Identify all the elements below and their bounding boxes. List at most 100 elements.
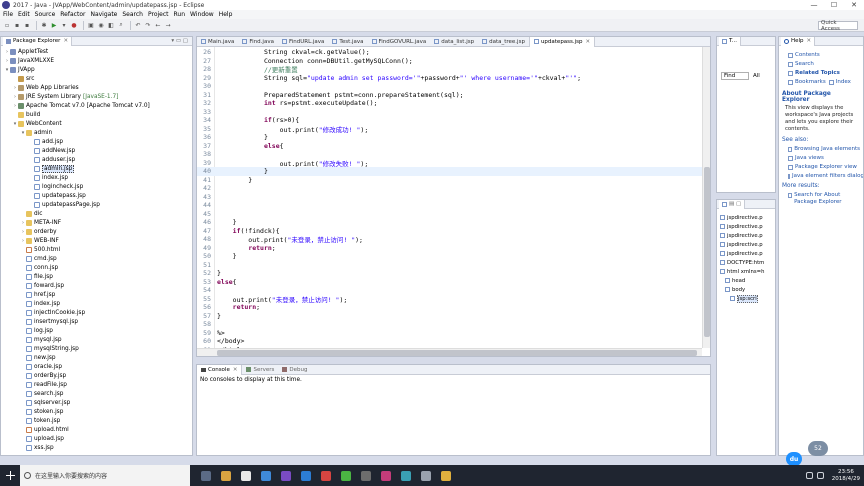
editor-tab[interactable]: Main.java bbox=[197, 37, 238, 47]
close-icon[interactable]: ✕ bbox=[807, 38, 812, 44]
help-search-link[interactable]: Search bbox=[788, 61, 860, 67]
help-link-browsing[interactable]: Browsing Java elements bbox=[788, 146, 860, 152]
taskbar-app-button[interactable] bbox=[316, 465, 336, 486]
taskbar-app-button[interactable] bbox=[436, 465, 456, 486]
code-line[interactable]: 60 </body> bbox=[197, 337, 702, 346]
outline-item[interactable]: head bbox=[717, 276, 775, 285]
code-line[interactable]: 36 } bbox=[197, 133, 702, 142]
network-icon[interactable] bbox=[805, 472, 813, 479]
tab-outline[interactable]: ▤ ▢ bbox=[719, 200, 746, 209]
menu-edit[interactable]: Edit bbox=[18, 11, 30, 18]
code-line[interactable]: 44 bbox=[197, 201, 702, 210]
tree-item[interactable]: sqlserver.jsp bbox=[1, 398, 192, 407]
code-line[interactable]: 40 } bbox=[197, 167, 702, 176]
tree-item[interactable]: oracle.jsp bbox=[1, 362, 192, 371]
debug-icon[interactable]: ✱ bbox=[40, 21, 48, 29]
outline-item[interactable]: jspdirective.p bbox=[717, 213, 775, 222]
code-line[interactable]: 32 int rs=pstmt.executeUpdate(); bbox=[197, 99, 702, 108]
editor-tab[interactable]: FindURL.java bbox=[278, 37, 328, 47]
outline-item[interactable]: html xmlns=h bbox=[717, 267, 775, 276]
tree-item[interactable]: src bbox=[1, 74, 192, 83]
taskbar-app-button[interactable] bbox=[276, 465, 296, 486]
code-line[interactable]: 55 out.print("未登录，禁止访问! "); bbox=[197, 295, 702, 304]
help-link-java-views[interactable]: Java views bbox=[788, 155, 860, 161]
menu-run[interactable]: Run bbox=[174, 11, 186, 18]
menu-help[interactable]: Help bbox=[219, 11, 233, 18]
tab-help[interactable]: Help ✕ bbox=[781, 37, 816, 46]
tree-item[interactable]: dic bbox=[1, 209, 192, 218]
back-icon[interactable]: ← bbox=[154, 21, 162, 29]
save-all-icon[interactable]: ▪ bbox=[23, 21, 31, 29]
tree-item[interactable]: › JRE System Library [JavaSE-1.7] bbox=[1, 92, 192, 101]
taskbar-app-button[interactable] bbox=[336, 465, 356, 486]
outline-item[interactable]: jspdirective.p bbox=[717, 222, 775, 231]
tree-item[interactable]: › WEB-INF bbox=[1, 236, 192, 245]
tab-servers[interactable]: Servers bbox=[242, 367, 278, 373]
help-link-package-explorer-view[interactable]: Package Explorer view bbox=[788, 164, 860, 170]
tab-package-explorer[interactable]: Package Explorer ✕ bbox=[3, 37, 73, 46]
tree-item[interactable]: index.jsp bbox=[1, 173, 192, 182]
code-line[interactable]: 41 } bbox=[197, 176, 702, 185]
find-input[interactable]: Find bbox=[721, 72, 749, 80]
scrollbar-thumb[interactable] bbox=[217, 350, 697, 356]
editor-tab[interactable]: Find.java bbox=[238, 37, 278, 47]
code-line[interactable]: 26 String ckval=ck.getValue(); bbox=[197, 48, 702, 57]
editor-tab[interactable]: data_tree.jsp bbox=[478, 37, 529, 47]
tree-item[interactable]: updatepassPage.jsp bbox=[1, 200, 192, 209]
open-type-icon[interactable]: ◧ bbox=[107, 21, 115, 29]
taskbar-search-box[interactable]: 在这里输入你要搜索的内容 bbox=[20, 465, 190, 486]
next-annotation-icon[interactable]: ↷ bbox=[144, 21, 152, 29]
code-line[interactable]: 53 else{ bbox=[197, 278, 702, 287]
tree-item[interactable]: readFile.jsp bbox=[1, 380, 192, 389]
taskbar-app-button[interactable] bbox=[396, 465, 416, 486]
editor-tab[interactable]: Test.java bbox=[328, 37, 367, 47]
tree-item[interactable]: add.jsp bbox=[1, 137, 192, 146]
new-icon[interactable]: ▫ bbox=[3, 21, 11, 29]
code-line[interactable]: 49 return; bbox=[197, 244, 702, 253]
tree-item[interactable]: search.jsp bbox=[1, 389, 192, 398]
code-line[interactable]: 59 %> bbox=[197, 329, 702, 338]
tree-item[interactable]: build bbox=[1, 110, 192, 119]
tree-item[interactable]: orderBy.jsp bbox=[1, 371, 192, 380]
code-line[interactable]: 45 bbox=[197, 210, 702, 219]
view-menu-icon[interactable]: ▾ ▭ ▢ bbox=[171, 38, 188, 44]
tree-item[interactable]: cmd.jsp bbox=[1, 254, 192, 263]
code-line[interactable]: 42 bbox=[197, 184, 702, 193]
tree-item[interactable]: href.jsp bbox=[1, 290, 192, 299]
tree-item[interactable]: upload.jsp bbox=[1, 434, 192, 443]
tree-item[interactable]: addNew.jsp bbox=[1, 146, 192, 155]
taskbar-app-button[interactable] bbox=[256, 465, 276, 486]
menu-window[interactable]: Window bbox=[190, 11, 214, 18]
tree-item[interactable]: file.jsp bbox=[1, 272, 192, 281]
close-icon[interactable]: ✕ bbox=[233, 367, 238, 373]
menu-source[interactable]: Source bbox=[35, 11, 56, 18]
tab-task-list[interactable]: T... bbox=[719, 37, 741, 46]
tree-item[interactable]: insertmysql.jsp bbox=[1, 317, 192, 326]
outline-item[interactable]: jspdirective.p bbox=[717, 249, 775, 258]
code-area[interactable]: 26 String ckval=ck.getValue(); 27 Connect… bbox=[197, 47, 702, 348]
taskbar-app-button[interactable] bbox=[196, 465, 216, 486]
close-icon[interactable]: ✕ bbox=[586, 39, 591, 45]
code-line[interactable]: 50 } bbox=[197, 252, 702, 261]
tree-item[interactable]: › orderby bbox=[1, 227, 192, 236]
outline-item[interactable]: body bbox=[717, 285, 775, 294]
taskbar-app-button[interactable] bbox=[416, 465, 436, 486]
code-line[interactable]: 56 return; bbox=[197, 303, 702, 312]
quick-access-input[interactable]: Quick Access bbox=[818, 20, 858, 32]
tree-item[interactable]: ▾ JVApp bbox=[1, 65, 192, 74]
tree-item[interactable]: logincheck.jsp bbox=[1, 182, 192, 191]
external-tools-icon[interactable]: ● bbox=[70, 21, 78, 29]
tree-item[interactable]: › META-INF bbox=[1, 218, 192, 227]
editor-tab[interactable]: data_list.jsp bbox=[430, 37, 478, 47]
tree-item[interactable]: xss.jsp bbox=[1, 443, 192, 452]
help-bookmarks-link[interactable]: Bookmarks Index bbox=[788, 79, 860, 85]
outline-item[interactable]: jsp:scri bbox=[717, 294, 775, 303]
code-line[interactable]: 33 bbox=[197, 108, 702, 117]
tree-item[interactable]: adduser.jsp bbox=[1, 155, 192, 164]
code-line[interactable]: 30 bbox=[197, 82, 702, 91]
code-line[interactable]: 58 bbox=[197, 320, 702, 329]
code-line[interactable]: 31 PreparedStatement pstmt=conn.prepareS… bbox=[197, 91, 702, 100]
minimize-button[interactable]: — bbox=[804, 1, 824, 9]
tree-item[interactable]: › AppletTest bbox=[1, 47, 192, 56]
code-line[interactable]: 28 //更新重置 bbox=[197, 65, 702, 74]
